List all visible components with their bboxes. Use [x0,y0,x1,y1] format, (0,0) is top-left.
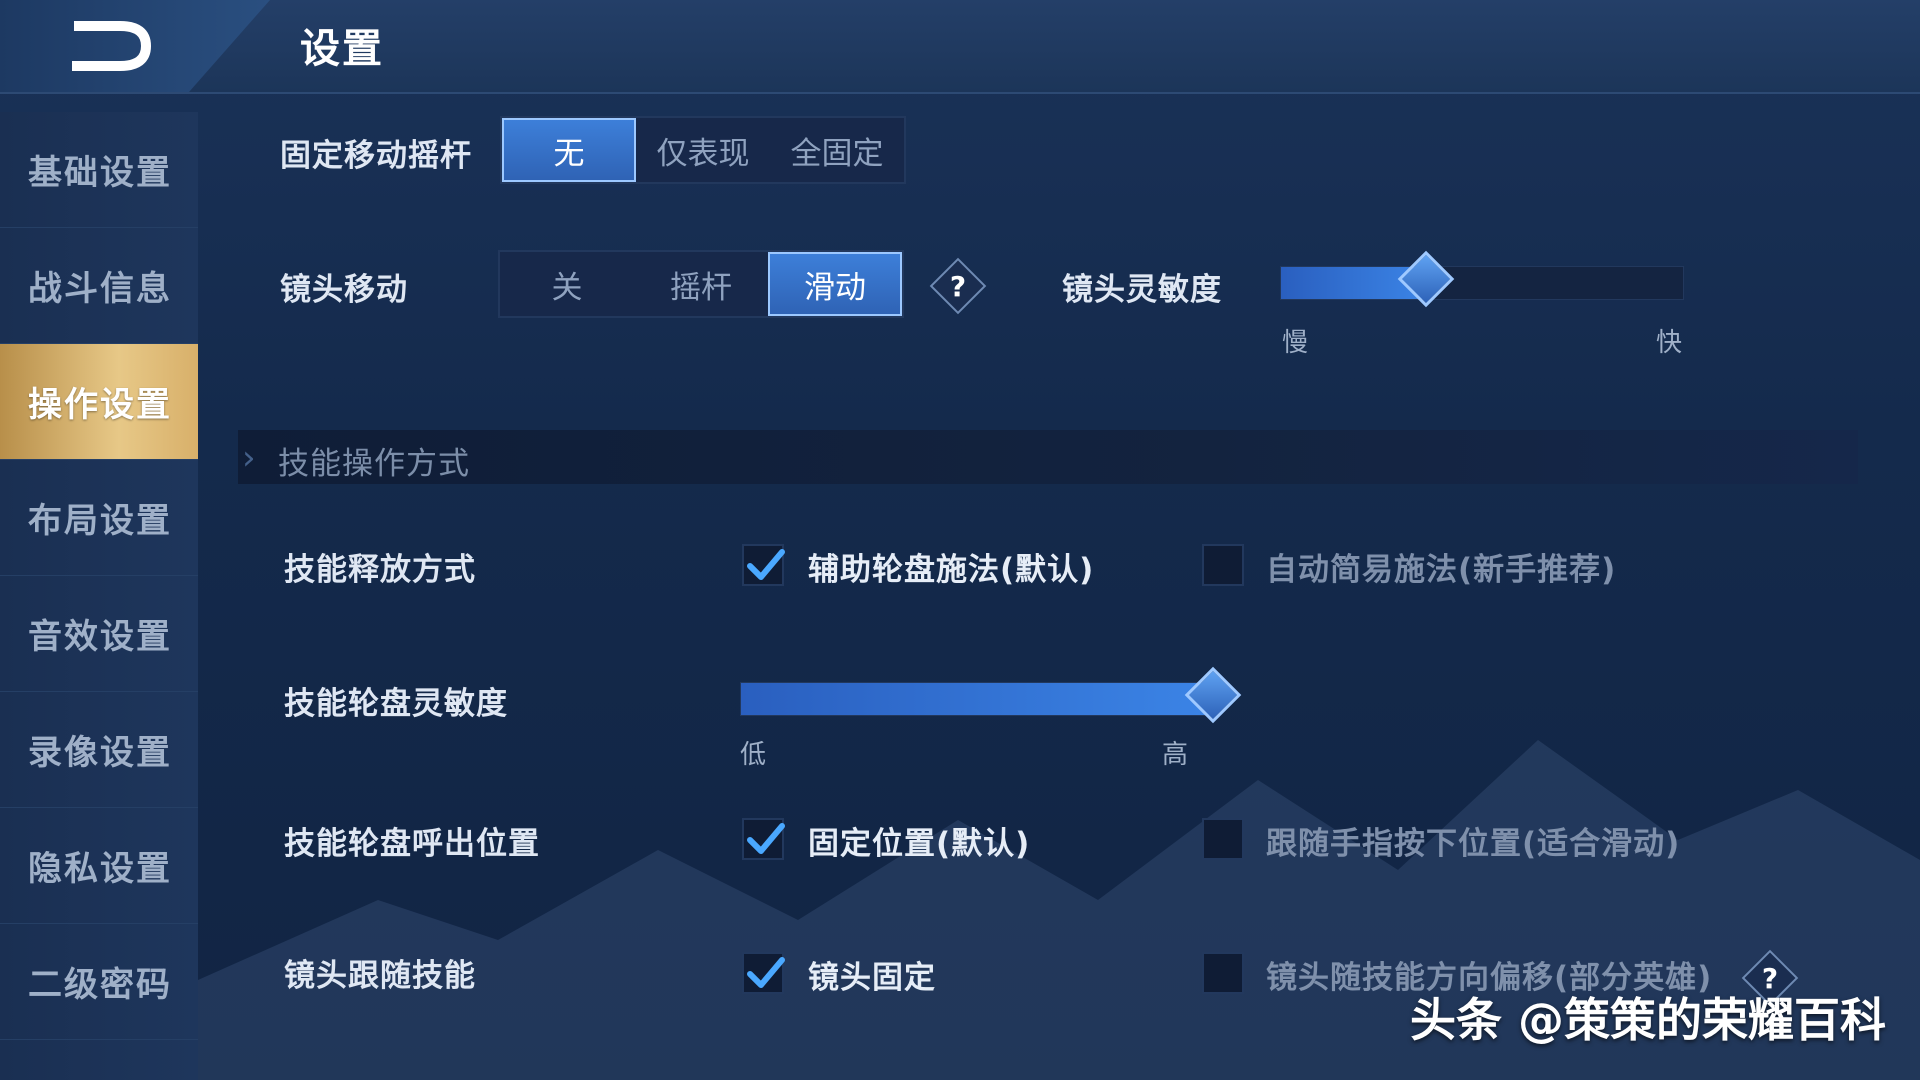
joystick-option-visual-only[interactable]: 仅表现 [636,118,770,182]
sidebar-item-basic[interactable]: 基础设置 [0,112,198,228]
camera-move-label: 镜头移动 [280,272,408,308]
skill-cast-option-a-label: 辅助轮盘施法(默认) [808,552,1095,588]
settings-content: 固定移动摇杆 无 仅表现 全固定 镜头移动 关 摇杆 滑动 ? 镜头灵敏度 慢 … [238,112,1858,1080]
wheel-position-option-a-checkbox[interactable] [742,818,785,860]
sidebar: 基础设置 战斗信息 操作设置 布局设置 音效设置 录像设置 隐私设置 二级密码 [0,112,198,1080]
skill-cast-label: 技能释放方式 [284,552,476,588]
skill-section-header: › 技能操作方式 [238,430,1858,484]
joystick-segmented-control: 无 仅表现 全固定 [500,116,906,184]
joystick-option-none[interactable]: 无 [502,118,636,182]
camera-follow-option-b-checkbox[interactable] [1202,952,1244,994]
settings-screen: 设置 基础设置 战斗信息 操作设置 布局设置 音效设置 录像设置 隐私设置 二级… [0,0,1920,1080]
sidebar-item-replay[interactable]: 录像设置 [0,692,198,808]
sidebar-item-sound[interactable]: 音效设置 [0,576,198,692]
top-bar: 设置 [0,0,1920,94]
camera-follow-option-a-label: 镜头固定 [808,960,936,996]
camera-follow-label: 镜头跟随技能 [284,958,476,994]
wheel-position-label: 技能轮盘呼出位置 [284,826,540,862]
wheel-sensitivity-fill [741,683,1213,715]
camera-move-option-joystick[interactable]: 摇杆 [634,252,768,316]
wheel-position-option-b-label: 跟随手指按下位置(适合滑动) [1266,826,1681,862]
camera-move-segmented-control: 关 摇杆 滑动 [498,250,904,318]
sidebar-item-layout[interactable]: 布局设置 [0,460,198,576]
wheel-sensitivity-min: 低 [740,740,767,770]
camera-move-option-off[interactable]: 关 [500,252,634,316]
checkmark-icon [747,957,785,988]
skill-cast-option-b-checkbox[interactable] [1202,544,1244,586]
sidebar-item-battle-info[interactable]: 战斗信息 [0,228,198,344]
section-chevron-icon: › [242,438,256,478]
wheel-sensitivity-max: 高 [1162,740,1189,770]
camera-follow-option-a-checkbox[interactable] [742,952,785,994]
sidebar-item-controls[interactable]: 操作设置 [0,344,198,460]
joystick-label: 固定移动摇杆 [280,138,472,174]
camera-sensitivity-max: 快 [1656,328,1683,358]
skill-cast-option-b-label: 自动简易施法(新手推荐) [1266,552,1617,588]
back-arrow-icon [72,21,151,71]
checkmark-icon [747,823,785,854]
camera-move-help-icon[interactable]: ? [929,257,987,315]
joystick-option-full-fixed[interactable]: 全固定 [770,118,904,182]
wheel-position-option-a-label: 固定位置(默认) [808,826,1031,862]
camera-move-option-swipe[interactable]: 滑动 [768,252,902,316]
wheel-sensitivity-label: 技能轮盘灵敏度 [284,686,508,722]
page-title: 设置 [300,26,384,72]
camera-sensitivity-label: 镜头灵敏度 [1062,272,1222,308]
camera-sensitivity-min: 慢 [1282,328,1309,358]
watermark: 头条 @策策的荣耀百科 [1409,993,1886,1047]
camera-sensitivity-slider[interactable] [1280,250,1684,308]
wheel-position-option-b-checkbox[interactable] [1202,818,1244,860]
sidebar-item-privacy[interactable]: 隐私设置 [0,808,198,924]
wheel-sensitivity-slider[interactable] [740,666,1242,724]
skill-cast-option-a-checkbox[interactable] [742,544,785,586]
back-button[interactable] [0,0,270,92]
checkmark-icon [747,549,785,580]
sidebar-item-secondary-password[interactable]: 二级密码 [0,924,198,1040]
